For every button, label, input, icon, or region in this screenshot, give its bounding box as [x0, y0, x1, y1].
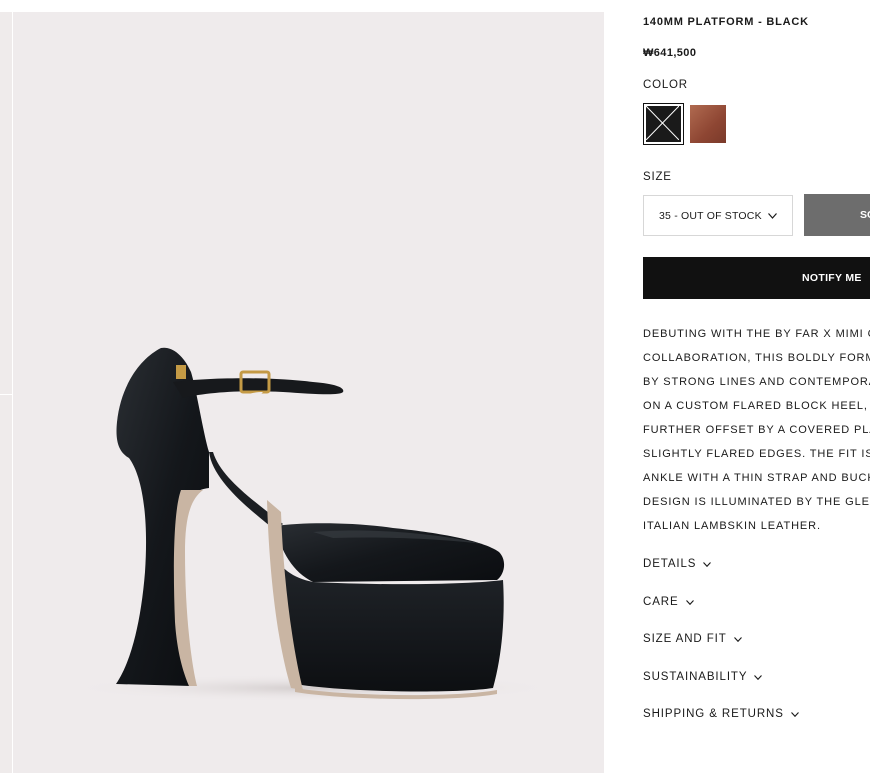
- product-price: ₩641,500: [643, 47, 697, 59]
- size-dropdown[interactable]: 35 - OUT OF STOCK: [643, 195, 793, 236]
- product-title: 140MM PLATFORM - BLACK: [643, 16, 809, 28]
- product-description: DEBUTING WITH THE BY FAR X MIMI CUTTRELL…: [643, 322, 870, 538]
- description-line: BY STRONG LINES AND CONTEMPORARY STYLE, …: [643, 376, 870, 388]
- accordion-label: CARE: [643, 596, 679, 608]
- color-swatch-black[interactable]: [643, 103, 684, 145]
- description-line: DESIGN IS ILLUMINATED BY THE GLEAM OF SO…: [643, 496, 870, 508]
- selected-cross-icon: [646, 106, 680, 141]
- description-line: DEBUTING WITH THE BY FAR X MIMI CUTTRELL: [643, 328, 870, 340]
- accordion-care[interactable]: CARE: [643, 596, 694, 608]
- thumbnail-divider: [0, 394, 12, 395]
- color-swatch-brown[interactable]: [690, 105, 726, 143]
- chevron-down-icon: [754, 671, 763, 683]
- color-label: COLOR: [643, 79, 688, 91]
- chevron-down-icon: [790, 708, 799, 720]
- product-image-gallery[interactable]: [13, 12, 604, 773]
- description-line: COLLABORATION, THIS BOLDLY FORMED PUMP: [643, 352, 870, 364]
- description-line: ITALIAN LAMBSKIN LEATHER.: [643, 520, 821, 532]
- product-image: [63, 347, 563, 702]
- accordion-details[interactable]: DETAILS: [643, 558, 712, 570]
- size-label: SIZE: [643, 171, 672, 183]
- accordion-label: SIZE AND FIT: [643, 633, 727, 645]
- chevron-down-icon: [703, 558, 712, 570]
- accordion-shipping-returns[interactable]: SHIPPING & RETURNS: [643, 708, 799, 720]
- swatch-black-fill: [646, 106, 681, 142]
- description-line: ANKLE WITH A THIN STRAP AND BUCKLE. THIS: [643, 472, 870, 484]
- chevron-down-icon: [685, 596, 694, 608]
- thumbnail-rail[interactable]: [0, 12, 13, 773]
- chevron-down-icon: [733, 633, 742, 645]
- description-line: ON A CUSTOM FLARED BLOCK HEEL, WHICH IS: [643, 400, 870, 412]
- sold-out-button[interactable]: SOLD OUT: [804, 194, 870, 236]
- sold-out-label: SOLD OUT: [860, 209, 870, 221]
- accordion-label: SUSTAINABILITY: [643, 671, 748, 683]
- notify-me-button[interactable]: NOTIFY ME: [643, 257, 870, 299]
- description-line: FURTHER OFFSET BY A COVERED PLATFORM WIT…: [643, 424, 870, 436]
- accordion-label: DETAILS: [643, 558, 697, 570]
- notify-me-label: NOTIFY ME: [802, 272, 862, 284]
- accordion-label: SHIPPING & RETURNS: [643, 708, 784, 720]
- accordion-sustainability[interactable]: SUSTAINABILITY: [643, 671, 763, 683]
- chevron-down-icon: [767, 210, 777, 222]
- accordion-size-and-fit[interactable]: SIZE AND FIT: [643, 633, 742, 645]
- description-line: SLIGHTLY FLARED EDGES. THE FIT IS SECURE…: [643, 448, 870, 460]
- size-selected-value: 35 - OUT OF STOCK: [659, 209, 762, 222]
- product-info-panel: 140MM PLATFORM - BLACK ₩641,500 COLOR SI…: [643, 0, 870, 773]
